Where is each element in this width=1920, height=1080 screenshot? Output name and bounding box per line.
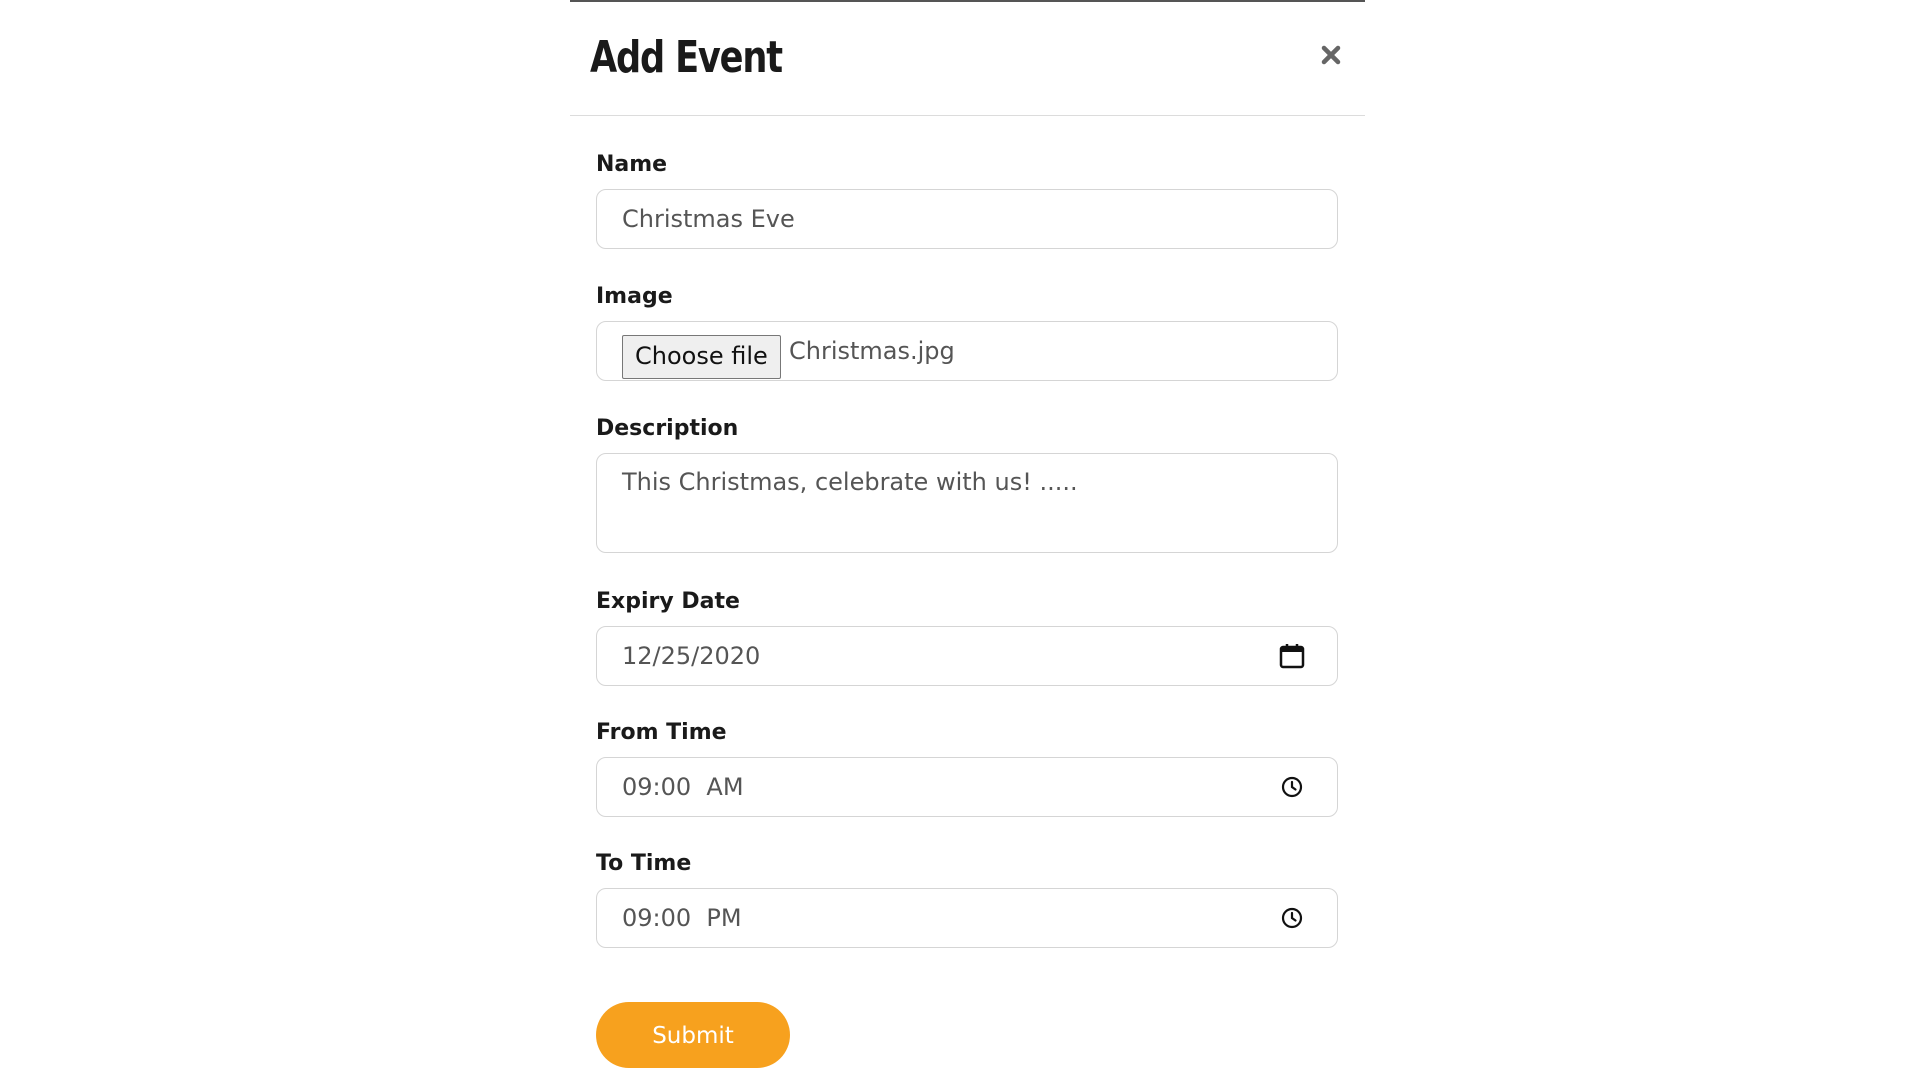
description-value: This Christmas, celebrate with us! ..... <box>622 468 1078 496</box>
to-time-input[interactable]: 09:00 PM <box>596 888 1338 948</box>
submit-button[interactable]: Submit <box>596 1002 790 1068</box>
clock-icon[interactable] <box>1277 772 1307 802</box>
modal-header: Add Event <box>570 2 1365 116</box>
from-time-label: From Time <box>596 720 727 745</box>
selected-file-name: Christmas.jpg <box>789 337 955 365</box>
to-time-label: To Time <box>596 851 692 876</box>
expiry-date-value: 12/25/2020 <box>622 642 761 670</box>
to-time-value: 09:00 PM <box>622 904 742 932</box>
modal-title: Add Event <box>590 32 783 83</box>
expiry-date-input[interactable]: 12/25/2020 <box>596 626 1338 686</box>
name-input[interactable]: Christmas Eve <box>596 189 1338 249</box>
close-icon[interactable] <box>1314 38 1348 72</box>
image-label: Image <box>596 284 673 309</box>
close-button[interactable] <box>1314 38 1348 72</box>
from-time-input[interactable]: 09:00 AM <box>596 757 1338 817</box>
from-time-value: 09:00 AM <box>622 773 744 801</box>
expiry-date-label: Expiry Date <box>596 589 740 614</box>
clock-icon[interactable] <box>1277 903 1307 933</box>
image-file-input[interactable]: Choose file Christmas.jpg <box>596 321 1338 381</box>
name-input-value: Christmas Eve <box>622 205 795 233</box>
choose-file-button[interactable]: Choose file <box>622 335 781 379</box>
add-event-modal: Add Event Name Christmas Eve Image Choos… <box>570 0 1365 1080</box>
calendar-icon[interactable] <box>1277 641 1307 671</box>
name-label: Name <box>596 152 668 177</box>
description-label: Description <box>596 416 739 441</box>
description-textarea[interactable]: This Christmas, celebrate with us! ..... <box>596 453 1338 553</box>
